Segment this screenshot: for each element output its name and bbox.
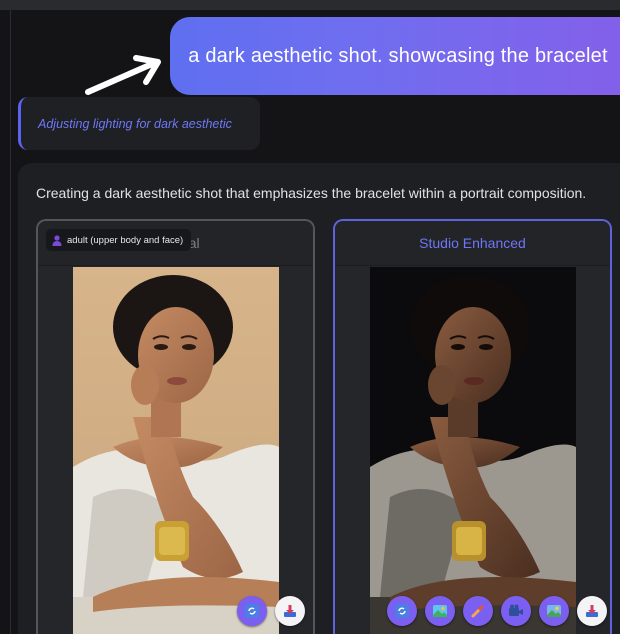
enhanced-action-row [387, 596, 607, 626]
refresh-icon [395, 604, 409, 618]
original-photo [73, 267, 279, 634]
person-icon [52, 234, 62, 246]
arrow-annotation [85, 55, 161, 95]
enhanced-card-header: Studio Enhanced [335, 221, 610, 266]
enhanced-regenerate-button[interactable] [387, 596, 417, 626]
status-text: Adjusting lighting for dark aesthetic [38, 116, 232, 131]
refresh-icon [245, 604, 259, 618]
image-icon [547, 605, 561, 617]
subject-tag: adult (upper body and face) [46, 229, 192, 251]
user-message-text: a dark aesthetic shot. showcasing the br… [188, 44, 608, 67]
magic-wand-icon [471, 605, 484, 618]
camera-icon [509, 604, 523, 616]
image-button[interactable] [539, 596, 569, 626]
original-action-row [237, 596, 305, 626]
user-message-bubble: a dark aesthetic shot. showcasing the br… [170, 17, 620, 95]
enhanced-download-button[interactable] [577, 596, 607, 626]
download-icon [586, 605, 598, 617]
original-download-button[interactable] [275, 596, 305, 626]
magic-edit-button[interactable] [463, 596, 493, 626]
enhanced-photo [370, 267, 576, 634]
download-icon [284, 605, 296, 617]
assistant-response-text: Creating a dark aesthetic shot that emph… [36, 185, 587, 201]
original-image-card[interactable]: Original adult (upper body and face) [36, 219, 315, 634]
image-color-icon [433, 605, 447, 617]
subject-tag-label: adult (upper body and face) [67, 234, 184, 246]
original-regenerate-button[interactable] [237, 596, 267, 626]
color-adjust-button[interactable] [425, 596, 455, 626]
left-divider [10, 10, 11, 634]
video-button[interactable] [501, 596, 531, 626]
status-indicator: Adjusting lighting for dark aesthetic [18, 97, 260, 150]
enhanced-image-card[interactable]: Studio Enhanced [333, 219, 612, 634]
enhanced-card-title: Studio Enhanced [419, 235, 526, 251]
top-bar [0, 0, 620, 10]
